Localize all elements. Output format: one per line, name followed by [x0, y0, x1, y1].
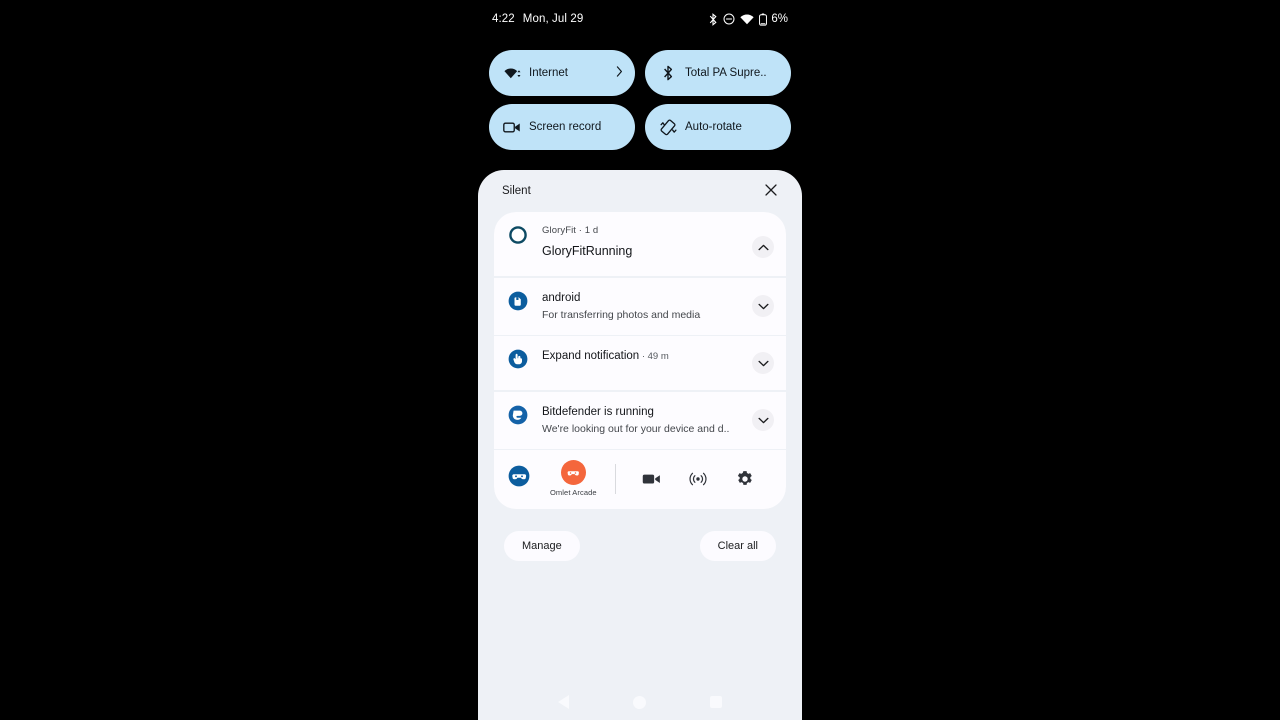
qs-tile-screen-record[interactable]: Screen record — [489, 104, 635, 150]
notification-text: We're looking out for your device and d.… — [542, 422, 730, 435]
close-icon[interactable] — [764, 183, 780, 199]
wifi-icon — [503, 64, 521, 82]
phone-viewport: 4:22 Mon, Jul 29 6% Internet Total PA Su… — [478, 0, 802, 720]
notification-title: android — [542, 291, 581, 304]
notification-title: Bitdefender is running — [542, 405, 654, 418]
qs-tile-auto-rotate[interactable]: Auto-rotate — [645, 104, 791, 150]
quick-settings-grid: Internet Total PA Supre.. Screen record … — [478, 50, 802, 150]
bitdefender-shield-icon — [508, 405, 528, 425]
back-triangle-icon[interactable] — [558, 695, 569, 709]
usb-icon — [508, 291, 528, 311]
bubble-left-group: Omlet Arcade — [508, 460, 597, 497]
bubble-avatar-omlet-arcade[interactable]: Omlet Arcade — [550, 460, 597, 497]
notification-appline: GloryFit · 1 d — [542, 225, 599, 236]
status-date: Mon, Jul 29 — [522, 13, 584, 25]
notification-body: android For transferring photos and medi… — [528, 290, 772, 323]
chevron-down-icon[interactable] — [752, 409, 774, 431]
battery-icon — [759, 12, 768, 26]
qs-tile-label: Auto-rotate — [685, 121, 742, 133]
notification-time: · 49 m — [639, 351, 669, 362]
notification-shade: Silent GloryFit · 1 d GloryFitRunning an… — [478, 170, 802, 720]
notification-bitdefender[interactable]: Bitdefender is running We're looking out… — [494, 391, 786, 449]
qs-tile-label: Internet — [529, 67, 568, 79]
chevron-up-icon[interactable] — [752, 236, 774, 258]
bluetooth-icon — [659, 64, 677, 82]
qs-tile-label: Screen record — [529, 121, 602, 133]
shade-footer: Manage Clear all — [478, 509, 802, 561]
status-bar-right: 6% — [708, 12, 788, 26]
notification-body: GloryFit · 1 d GloryFitRunning — [528, 224, 772, 260]
status-bar-left: 4:22 Mon, Jul 29 — [492, 13, 583, 25]
bluetooth-icon — [708, 12, 718, 26]
chevron-down-icon[interactable] — [752, 295, 774, 317]
broadcast-live-icon[interactable] — [689, 471, 707, 487]
shade-section-header: Silent — [478, 170, 802, 212]
status-bar: 4:22 Mon, Jul 29 6% — [478, 0, 802, 38]
notification-title: GloryFitRunning — [542, 244, 633, 258]
record-video-icon[interactable] — [642, 472, 661, 486]
do-not-disturb-icon — [723, 13, 735, 25]
clear-all-button[interactable]: Clear all — [699, 531, 776, 561]
chevron-right-icon[interactable] — [616, 66, 623, 80]
wifi-icon — [740, 14, 755, 25]
auto-rotate-icon — [659, 118, 677, 136]
screen-record-icon — [503, 118, 521, 136]
recents-square-icon[interactable] — [710, 696, 722, 708]
pointer-icon — [508, 349, 528, 369]
divider — [614, 463, 616, 494]
qs-tile-bluetooth-device[interactable]: Total PA Supre.. — [645, 50, 791, 96]
notification-list: GloryFit · 1 d GloryFitRunning android F… — [494, 212, 786, 509]
gamepad-bubble-icon[interactable] — [508, 465, 530, 492]
qs-tile-internet[interactable]: Internet — [489, 50, 635, 96]
bubble-controls-row: Omlet Arcade — [494, 450, 786, 509]
gloryfit-ring-icon — [508, 225, 528, 245]
notification-expand[interactable]: Expand notification · 49 m — [494, 336, 786, 390]
section-title-silent: Silent — [502, 185, 531, 197]
notification-title: Expand notification · 49 m — [542, 348, 746, 365]
notification-title-text: Expand notification — [542, 350, 640, 362]
navigation-bar — [478, 684, 802, 720]
notification-body: Bitdefender is running We're looking out… — [528, 404, 772, 437]
chevron-down-icon[interactable] — [752, 352, 774, 374]
home-circle-icon[interactable] — [633, 695, 646, 709]
settings-gear-icon[interactable] — [736, 470, 754, 488]
manage-button[interactable]: Manage — [504, 531, 580, 561]
bubble-action-buttons — [628, 470, 768, 488]
status-time: 4:22 — [492, 13, 515, 25]
notification-body: Expand notification · 49 m — [528, 348, 772, 365]
qs-tile-label: Total PA Supre.. — [685, 67, 767, 79]
notification-text: For transferring photos and media — [542, 308, 701, 321]
avatar — [560, 460, 586, 485]
bubble-avatar-label: Omlet Arcade — [550, 488, 597, 497]
notification-gloryfit[interactable]: GloryFit · 1 d GloryFitRunning — [494, 212, 786, 276]
notification-android-usb[interactable]: android For transferring photos and medi… — [494, 277, 786, 335]
screen-root: 4:22 Mon, Jul 29 6% Internet Total PA Su… — [0, 0, 1280, 720]
battery-percent: 6% — [771, 13, 788, 25]
